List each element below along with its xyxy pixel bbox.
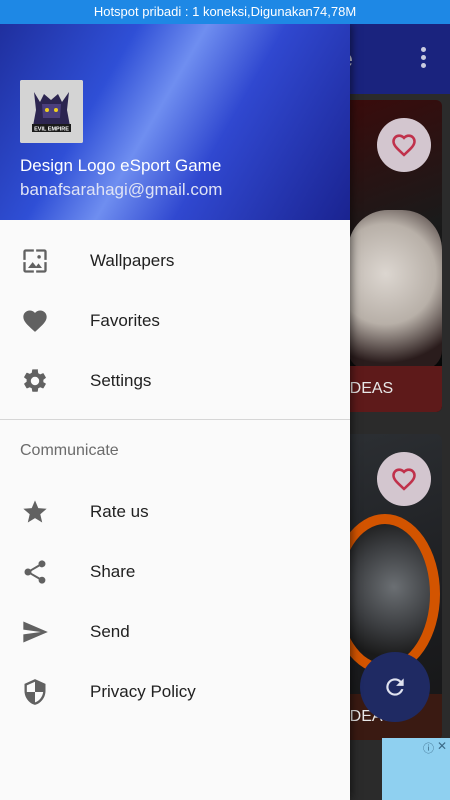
gear-icon <box>24 369 46 392</box>
menu-item-label: Rate us <box>90 502 149 521</box>
menu-item-share[interactable]: Share <box>0 542 350 602</box>
wallpaper-image <box>340 514 440 674</box>
navigation-drawer: EVIL EMPIRE Design Logo eSport Game bana… <box>0 24 350 800</box>
ad-banner[interactable]: ⓘ ✕ <box>382 738 450 800</box>
menu-item-label: Wallpapers <box>90 251 175 270</box>
ad-info-icon[interactable]: ⓘ <box>423 740 434 756</box>
menu-item-settings[interactable]: Settings <box>0 351 350 411</box>
wallpaper-icon <box>23 249 47 273</box>
svg-text:EVIL EMPIRE: EVIL EMPIRE <box>34 127 69 133</box>
menu-item-label: Settings <box>90 371 152 390</box>
status-bar: Hotspot pribadi : 1 koneksi,Digunakan74,… <box>0 0 450 24</box>
menu-item-send[interactable]: Send <box>0 602 350 662</box>
shield-icon <box>24 679 46 705</box>
drawer-email: banafsarahagi@gmail.com <box>20 180 223 199</box>
heart-icon <box>23 310 47 332</box>
card-caption: RT IDEAS <box>340 366 442 412</box>
menu-item-label: Share <box>90 562 136 581</box>
send-icon <box>23 621 48 643</box>
heart-icon <box>392 134 416 157</box>
drawer-header: EVIL EMPIRE Design Logo eSport Game bana… <box>0 24 350 220</box>
more-vertical-icon[interactable] <box>414 44 432 72</box>
menu-item-privacy-policy[interactable]: Privacy Policy <box>0 662 350 722</box>
menu-item-label: Send <box>90 622 130 641</box>
drawer-app-name: Design Logo eSport Game <box>20 156 222 175</box>
section-label-communicate: Communicate <box>20 442 119 459</box>
favorite-button[interactable] <box>377 452 431 506</box>
app-logo-avatar: EVIL EMPIRE <box>20 80 83 143</box>
star-icon <box>23 500 47 523</box>
share-icon <box>24 560 46 584</box>
heart-icon <box>392 468 416 491</box>
refresh-icon <box>386 678 404 696</box>
menu-item-rate-us[interactable]: Rate us <box>0 482 350 542</box>
ad-close-icon[interactable]: ✕ <box>437 739 447 753</box>
menu-item-favorites[interactable]: Favorites <box>0 291 350 351</box>
menu-item-wallpapers[interactable]: Wallpapers <box>0 231 350 291</box>
menu-item-label: Privacy Policy <box>90 682 196 701</box>
wallpaper-card[interactable]: RT IDEAS <box>340 100 442 412</box>
refresh-button[interactable] <box>360 652 430 722</box>
favorite-button[interactable] <box>377 118 431 172</box>
wallpaper-image <box>348 210 442 370</box>
menu-item-label: Favorites <box>90 311 160 330</box>
